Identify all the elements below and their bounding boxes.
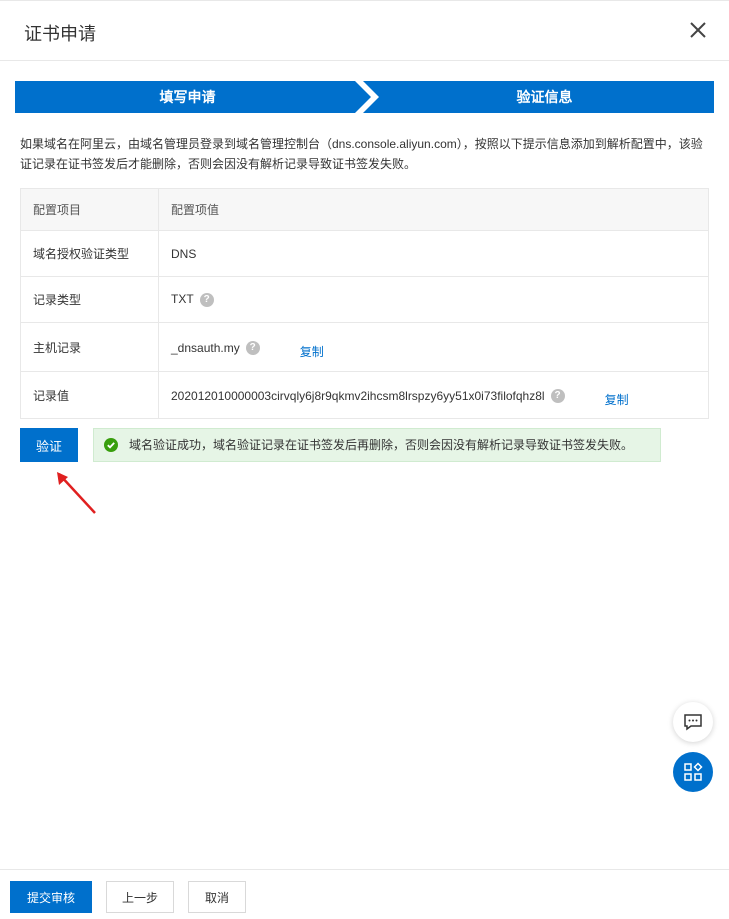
help-icon[interactable]: ? — [550, 389, 565, 404]
chat-icon — [684, 714, 702, 731]
row-value: TXT? — [158, 276, 709, 323]
copy-record-value-link[interactable]: 复制 — [605, 391, 629, 408]
apps-grid-icon — [684, 762, 703, 781]
step-indicator: 填写申请 验证信息 — [15, 81, 714, 113]
help-icon[interactable]: ? — [245, 341, 260, 356]
row-key: 记录类型 — [20, 276, 159, 323]
help-icon[interactable]: ? — [199, 292, 214, 307]
host-record-value: _dnsauth.my — [171, 340, 240, 355]
table-row: 记录类型 TXT? — [20, 276, 709, 323]
row-value: _dnsauth.my? 复制 — [158, 322, 709, 372]
table-row: 记录值 202012010000003cirvqly6j8r9qkmv2ihcs… — [20, 371, 709, 419]
cancel-button[interactable]: 取消 — [188, 881, 246, 913]
table-header-row: 配置项目 配置项值 — [20, 188, 709, 231]
header-config-item: 配置项目 — [20, 188, 159, 231]
close-icon[interactable] — [687, 19, 709, 41]
verify-button[interactable]: 验证 — [20, 428, 78, 462]
table-row: 主机记录 _dnsauth.my? 复制 — [20, 322, 709, 372]
step-verify-info: 验证信息 — [516, 89, 573, 105]
record-type-value: TXT — [171, 292, 194, 307]
header-config-value: 配置项值 — [158, 188, 709, 231]
record-value-text: 202012010000003cirvqly6j8r9qkmv2ihcsm8lr… — [171, 388, 545, 403]
dialog-header: 证书申请 — [0, 0, 729, 61]
table-row: 域名授权验证类型 DNS — [20, 230, 709, 277]
instructions-text: 如果域名在阿里云，由域名管理员登录到域名管理控制台（dns.console.al… — [20, 137, 703, 171]
success-message: 域名验证成功，域名验证记录在证书签发后再删除，否则会因没有解析记录导致证书签发失… — [129, 438, 634, 452]
row-value: DNS — [158, 230, 709, 277]
row-key: 域名授权验证类型 — [20, 230, 159, 277]
row-key: 记录值 — [20, 371, 159, 419]
copy-host-record-link[interactable]: 复制 — [300, 343, 324, 360]
step-fill-application: 填写申请 — [159, 89, 216, 105]
success-alert: 域名验证成功，域名验证记录在证书签发后再删除，否则会因没有解析记录导致证书签发失… — [93, 428, 661, 462]
apps-float-button[interactable] — [673, 752, 713, 792]
verify-type-value: DNS — [171, 246, 197, 261]
row-value: 202012010000003cirvqly6j8r9qkmv2ihcsm8lr… — [158, 371, 709, 419]
row-key: 主机记录 — [20, 322, 159, 372]
dialog-footer: 提交审核 上一步 取消 — [0, 869, 729, 919]
check-circle-icon — [104, 438, 118, 452]
submit-review-button[interactable]: 提交审核 — [10, 881, 92, 913]
chat-float-button[interactable] — [673, 702, 713, 742]
annotation-arrow-icon — [57, 472, 96, 514]
previous-step-button[interactable]: 上一步 — [106, 881, 174, 913]
dialog-title: 证书申请 — [24, 24, 96, 44]
config-table: 配置项目 配置项值 域名授权验证类型 DNS 记录类型 TXT? 主机记录 _d… — [20, 188, 709, 419]
